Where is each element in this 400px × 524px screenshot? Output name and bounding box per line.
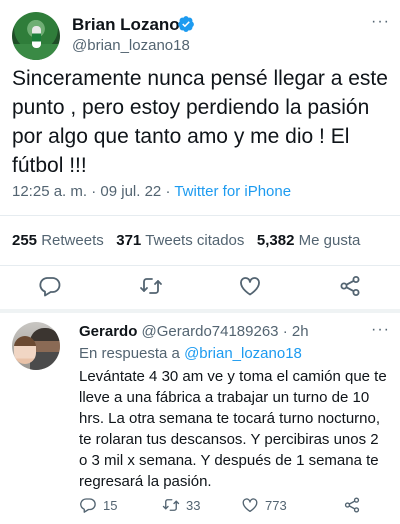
reply-retweets-count: 33 bbox=[186, 497, 201, 513]
reply-author-handle[interactable]: @Gerardo74189263 bbox=[142, 323, 279, 340]
more-options-icon[interactable]: ··· bbox=[371, 14, 390, 30]
avatar-player bbox=[32, 26, 41, 48]
retweets-count: 255 bbox=[12, 232, 38, 249]
tweet-source[interactable]: Twitter for iPhone bbox=[174, 183, 291, 200]
likes-count: 5,382 bbox=[256, 232, 295, 249]
divider bbox=[0, 215, 400, 216]
share-icon[interactable] bbox=[338, 274, 362, 298]
retweet-icon[interactable] bbox=[139, 274, 163, 298]
author-name[interactable]: Brian Lozano bbox=[72, 15, 180, 35]
reply-likes-count: 773 bbox=[265, 497, 287, 513]
avatar-child bbox=[14, 336, 36, 364]
retweets-stat[interactable]: 255 Retweets bbox=[12, 232, 104, 249]
verified-badge-icon bbox=[177, 15, 195, 33]
quotes-count: 371 bbox=[116, 232, 142, 249]
reply-author-name[interactable]: Gerardo bbox=[79, 323, 137, 340]
in-reply-to: En respuesta a @brian_lozano18 bbox=[79, 345, 302, 362]
reply-icon bbox=[80, 498, 96, 513]
reply-more-options-icon[interactable]: ··· bbox=[371, 322, 390, 338]
tweet-time[interactable]: 12:25 a. m. bbox=[12, 183, 87, 200]
reply-icon[interactable] bbox=[38, 274, 62, 298]
tweet-text: Sinceramente nunca pensé llegar a este p… bbox=[12, 67, 388, 177]
retweets-label: Retweets bbox=[41, 232, 104, 249]
reply-reply-button[interactable]: 15 bbox=[79, 496, 117, 514]
tweet-stats: 255 Retweets 371 Tweets citados 5,382 Me… bbox=[12, 232, 360, 249]
quotes-label: Tweets citados bbox=[145, 232, 245, 249]
quotes-stat[interactable]: 371 Tweets citados bbox=[116, 232, 244, 249]
retweet-icon bbox=[162, 499, 180, 511]
likes-label: Me gusta bbox=[298, 232, 361, 249]
tweet-date[interactable]: 09 jul. 22 bbox=[100, 183, 161, 200]
like-icon bbox=[242, 498, 258, 513]
meta-separator: · bbox=[161, 183, 175, 200]
reply-replies-count: 15 bbox=[103, 497, 118, 513]
reply-author-avatar[interactable] bbox=[12, 322, 60, 370]
divider bbox=[0, 265, 400, 266]
in-reply-handle[interactable]: @brian_lozano18 bbox=[184, 345, 302, 362]
meta-separator: · bbox=[87, 183, 101, 200]
reply-share-button[interactable] bbox=[343, 496, 361, 514]
section-divider bbox=[0, 309, 400, 313]
tweet-meta: 12:25 a. m. · 09 jul. 22 · Twitter for i… bbox=[12, 183, 291, 200]
reply-header: Gerardo @Gerardo74189263 · 2h bbox=[79, 323, 309, 340]
like-icon[interactable] bbox=[238, 274, 262, 298]
author-avatar[interactable] bbox=[12, 12, 60, 60]
author-handle[interactable]: @brian_lozano18 bbox=[72, 37, 190, 54]
reply-text: Levántate 4 30 am ve y toma el camión qu… bbox=[79, 368, 387, 490]
reply-age[interactable]: · 2h bbox=[283, 323, 309, 340]
share-icon bbox=[344, 497, 360, 513]
reply-retweet-button[interactable]: 33 bbox=[162, 496, 200, 514]
likes-stat[interactable]: 5,382 Me gusta bbox=[257, 232, 360, 249]
in-reply-prefix: En respuesta a bbox=[79, 345, 185, 362]
reply-like-button[interactable]: 773 bbox=[241, 496, 287, 514]
